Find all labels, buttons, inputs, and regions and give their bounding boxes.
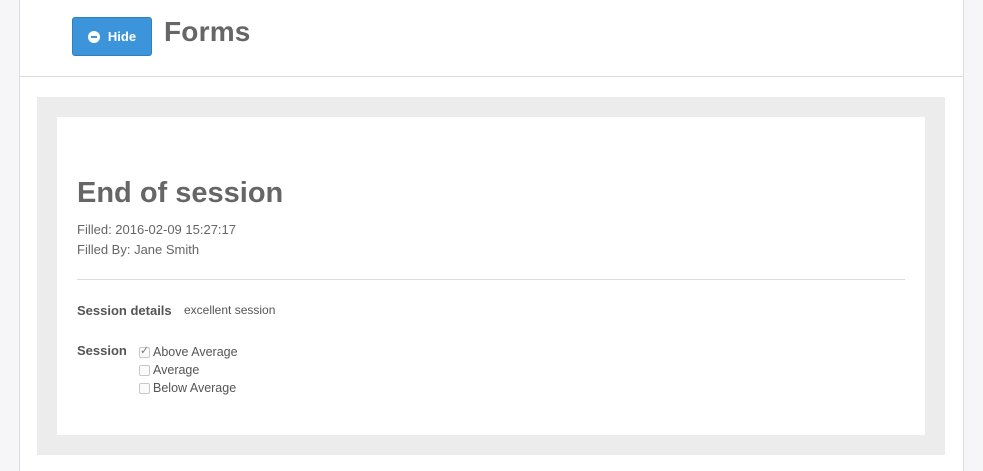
filled-by: Filled By: Jane Smith [77,242,200,257]
hide-button-label: Hide [107,29,137,44]
option-above-average[interactable]: Above Average [139,343,238,361]
hide-button[interactable]: Hide [72,17,152,56]
forms-header: Hide Forms [20,0,963,77]
form-title: End of session [77,177,284,209]
session-options: Above Average Average Below Average [139,343,238,397]
filled-timestamp: Filled: 2016-02-09 15:27:17 [77,222,237,237]
main-panel: Hide Forms End of session Filled: 2016-0… [19,0,964,471]
option-below-average[interactable]: Below Average [139,379,238,397]
form-card: End of session Filled: 2016-02-09 15:27:… [57,117,925,435]
session-details-value: excellent session [184,303,276,317]
checkbox-above-average[interactable] [139,344,150,358]
option-label: Above Average [153,345,238,359]
checkbox-below-average[interactable] [139,382,150,394]
form-container: End of session Filled: 2016-02-09 15:27:… [37,97,945,455]
session-details-label: Session details [77,303,172,318]
divider [77,279,905,280]
checkbox-average[interactable] [139,364,150,376]
page-title: Forms [164,16,251,47]
option-label: Average [153,363,200,377]
minus-circle-icon [87,30,100,43]
option-label: Below Average [153,381,237,395]
session-label: Session [77,343,127,358]
option-average[interactable]: Average [139,361,238,379]
